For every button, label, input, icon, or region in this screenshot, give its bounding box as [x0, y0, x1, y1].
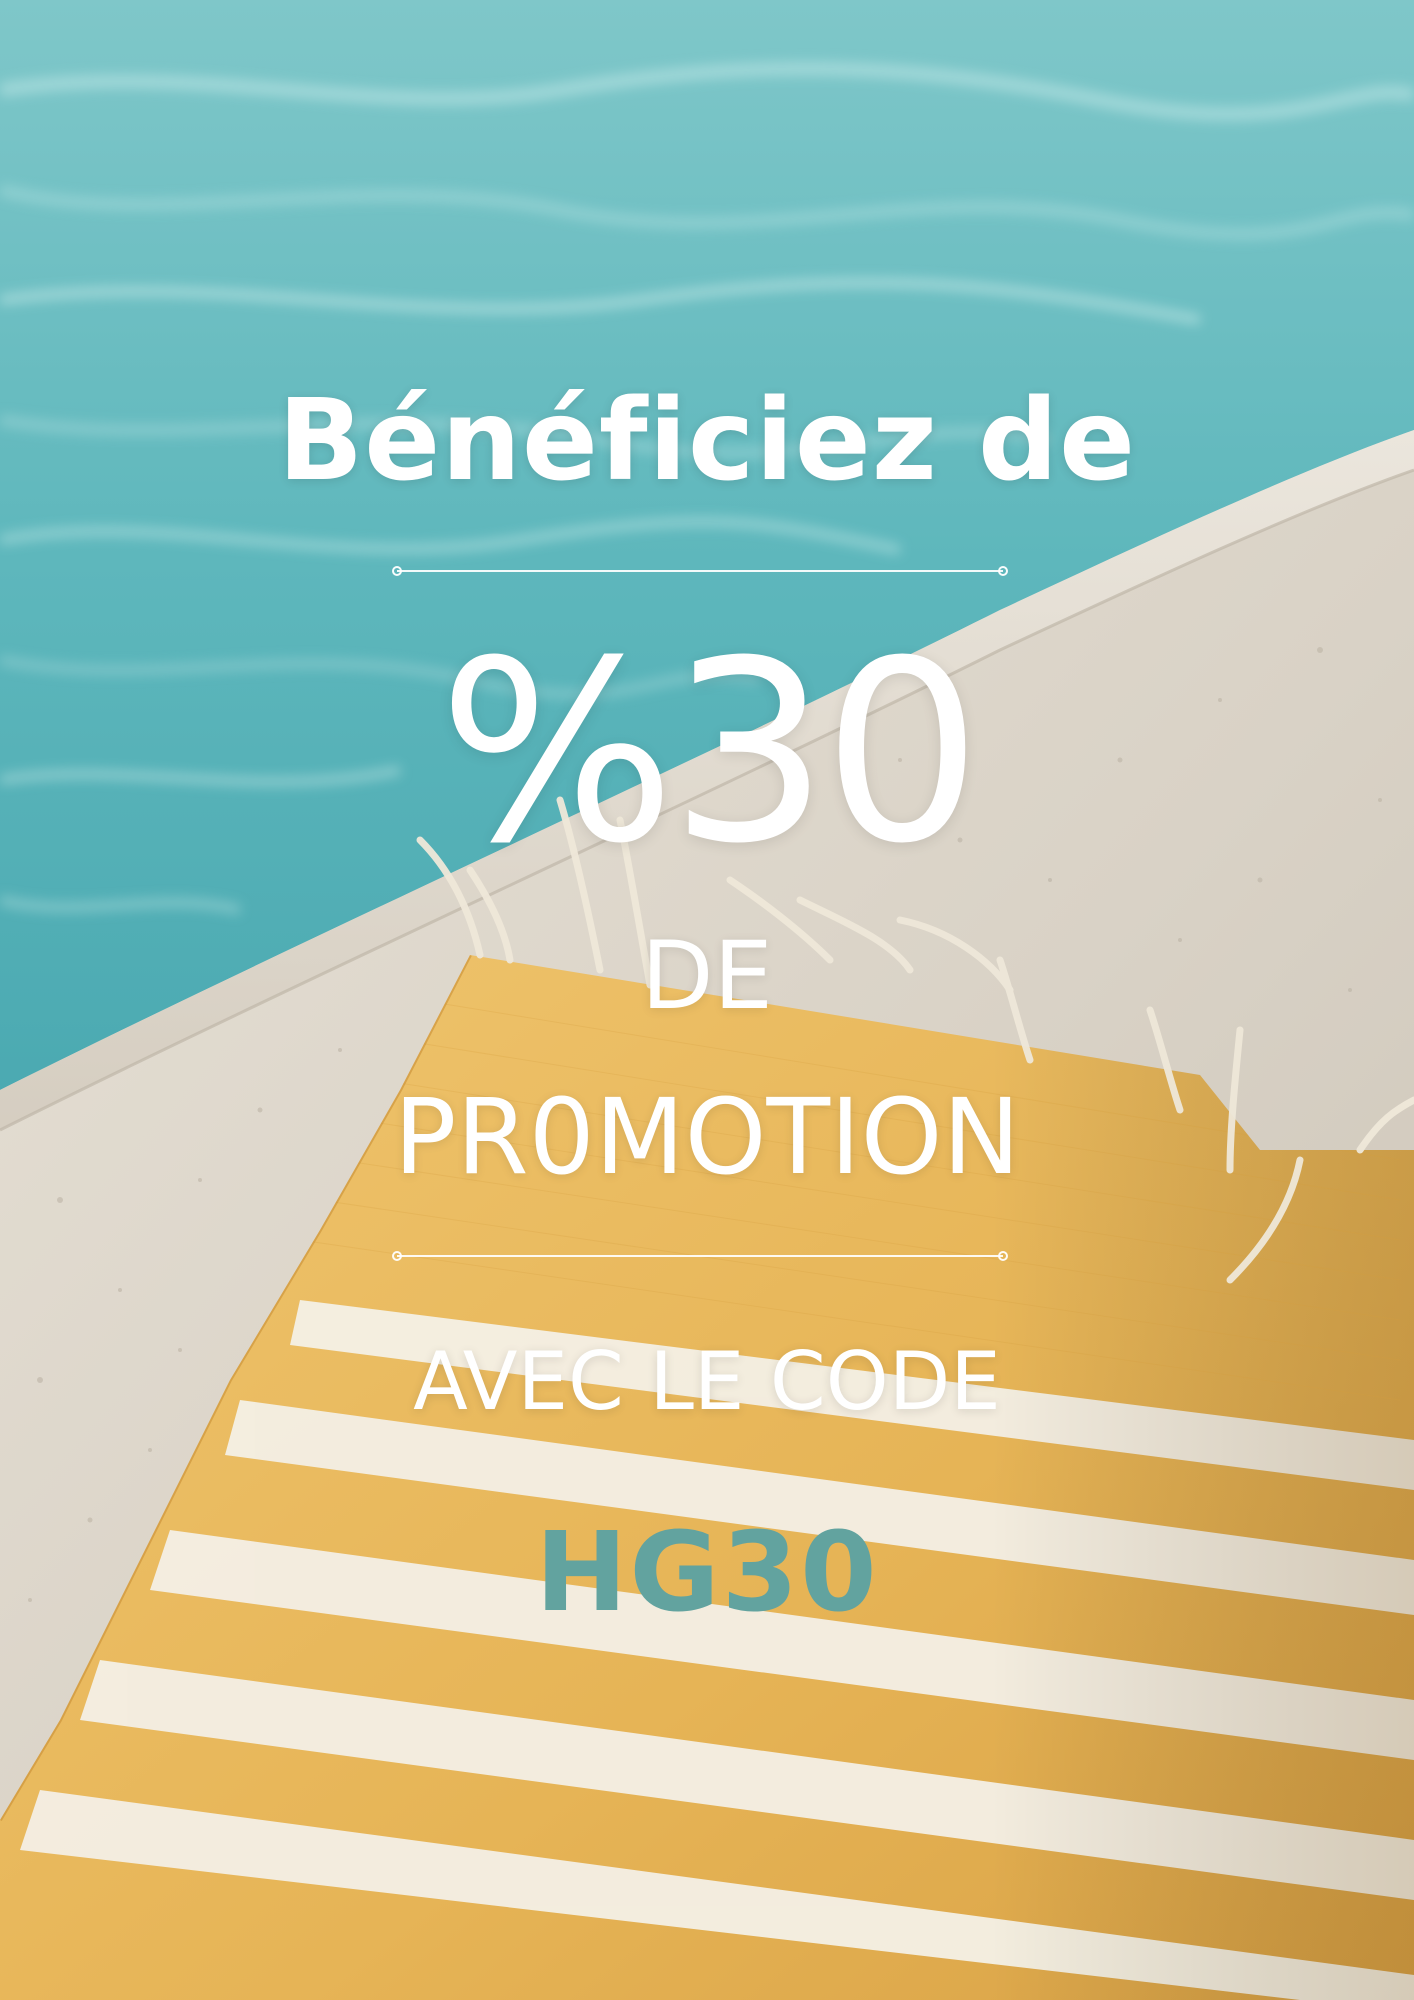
divider-dot-right	[998, 566, 1008, 576]
promo-code: HG30	[535, 1508, 879, 1636]
headline: Bénéficiez de	[277, 376, 1137, 506]
discount-value: %30	[438, 607, 982, 898]
divider-bottom	[392, 1251, 1008, 1261]
discount-label-line2: PR0MOTION	[393, 1076, 1021, 1198]
promo-content: Bénéficiez de %30 DE PR0MOTION AVEC LE C…	[0, 0, 1414, 2000]
divider-line	[397, 570, 1003, 572]
divider-line	[397, 1255, 1003, 1257]
code-intro: AVEC LE CODE	[413, 1335, 1001, 1428]
promo-poster: Bénéficiez de %30 DE PR0MOTION AVEC LE C…	[0, 0, 1414, 2000]
divider-top	[392, 566, 1008, 576]
divider-dot-right	[998, 1251, 1008, 1261]
discount-label-line1: DE	[641, 922, 773, 1031]
